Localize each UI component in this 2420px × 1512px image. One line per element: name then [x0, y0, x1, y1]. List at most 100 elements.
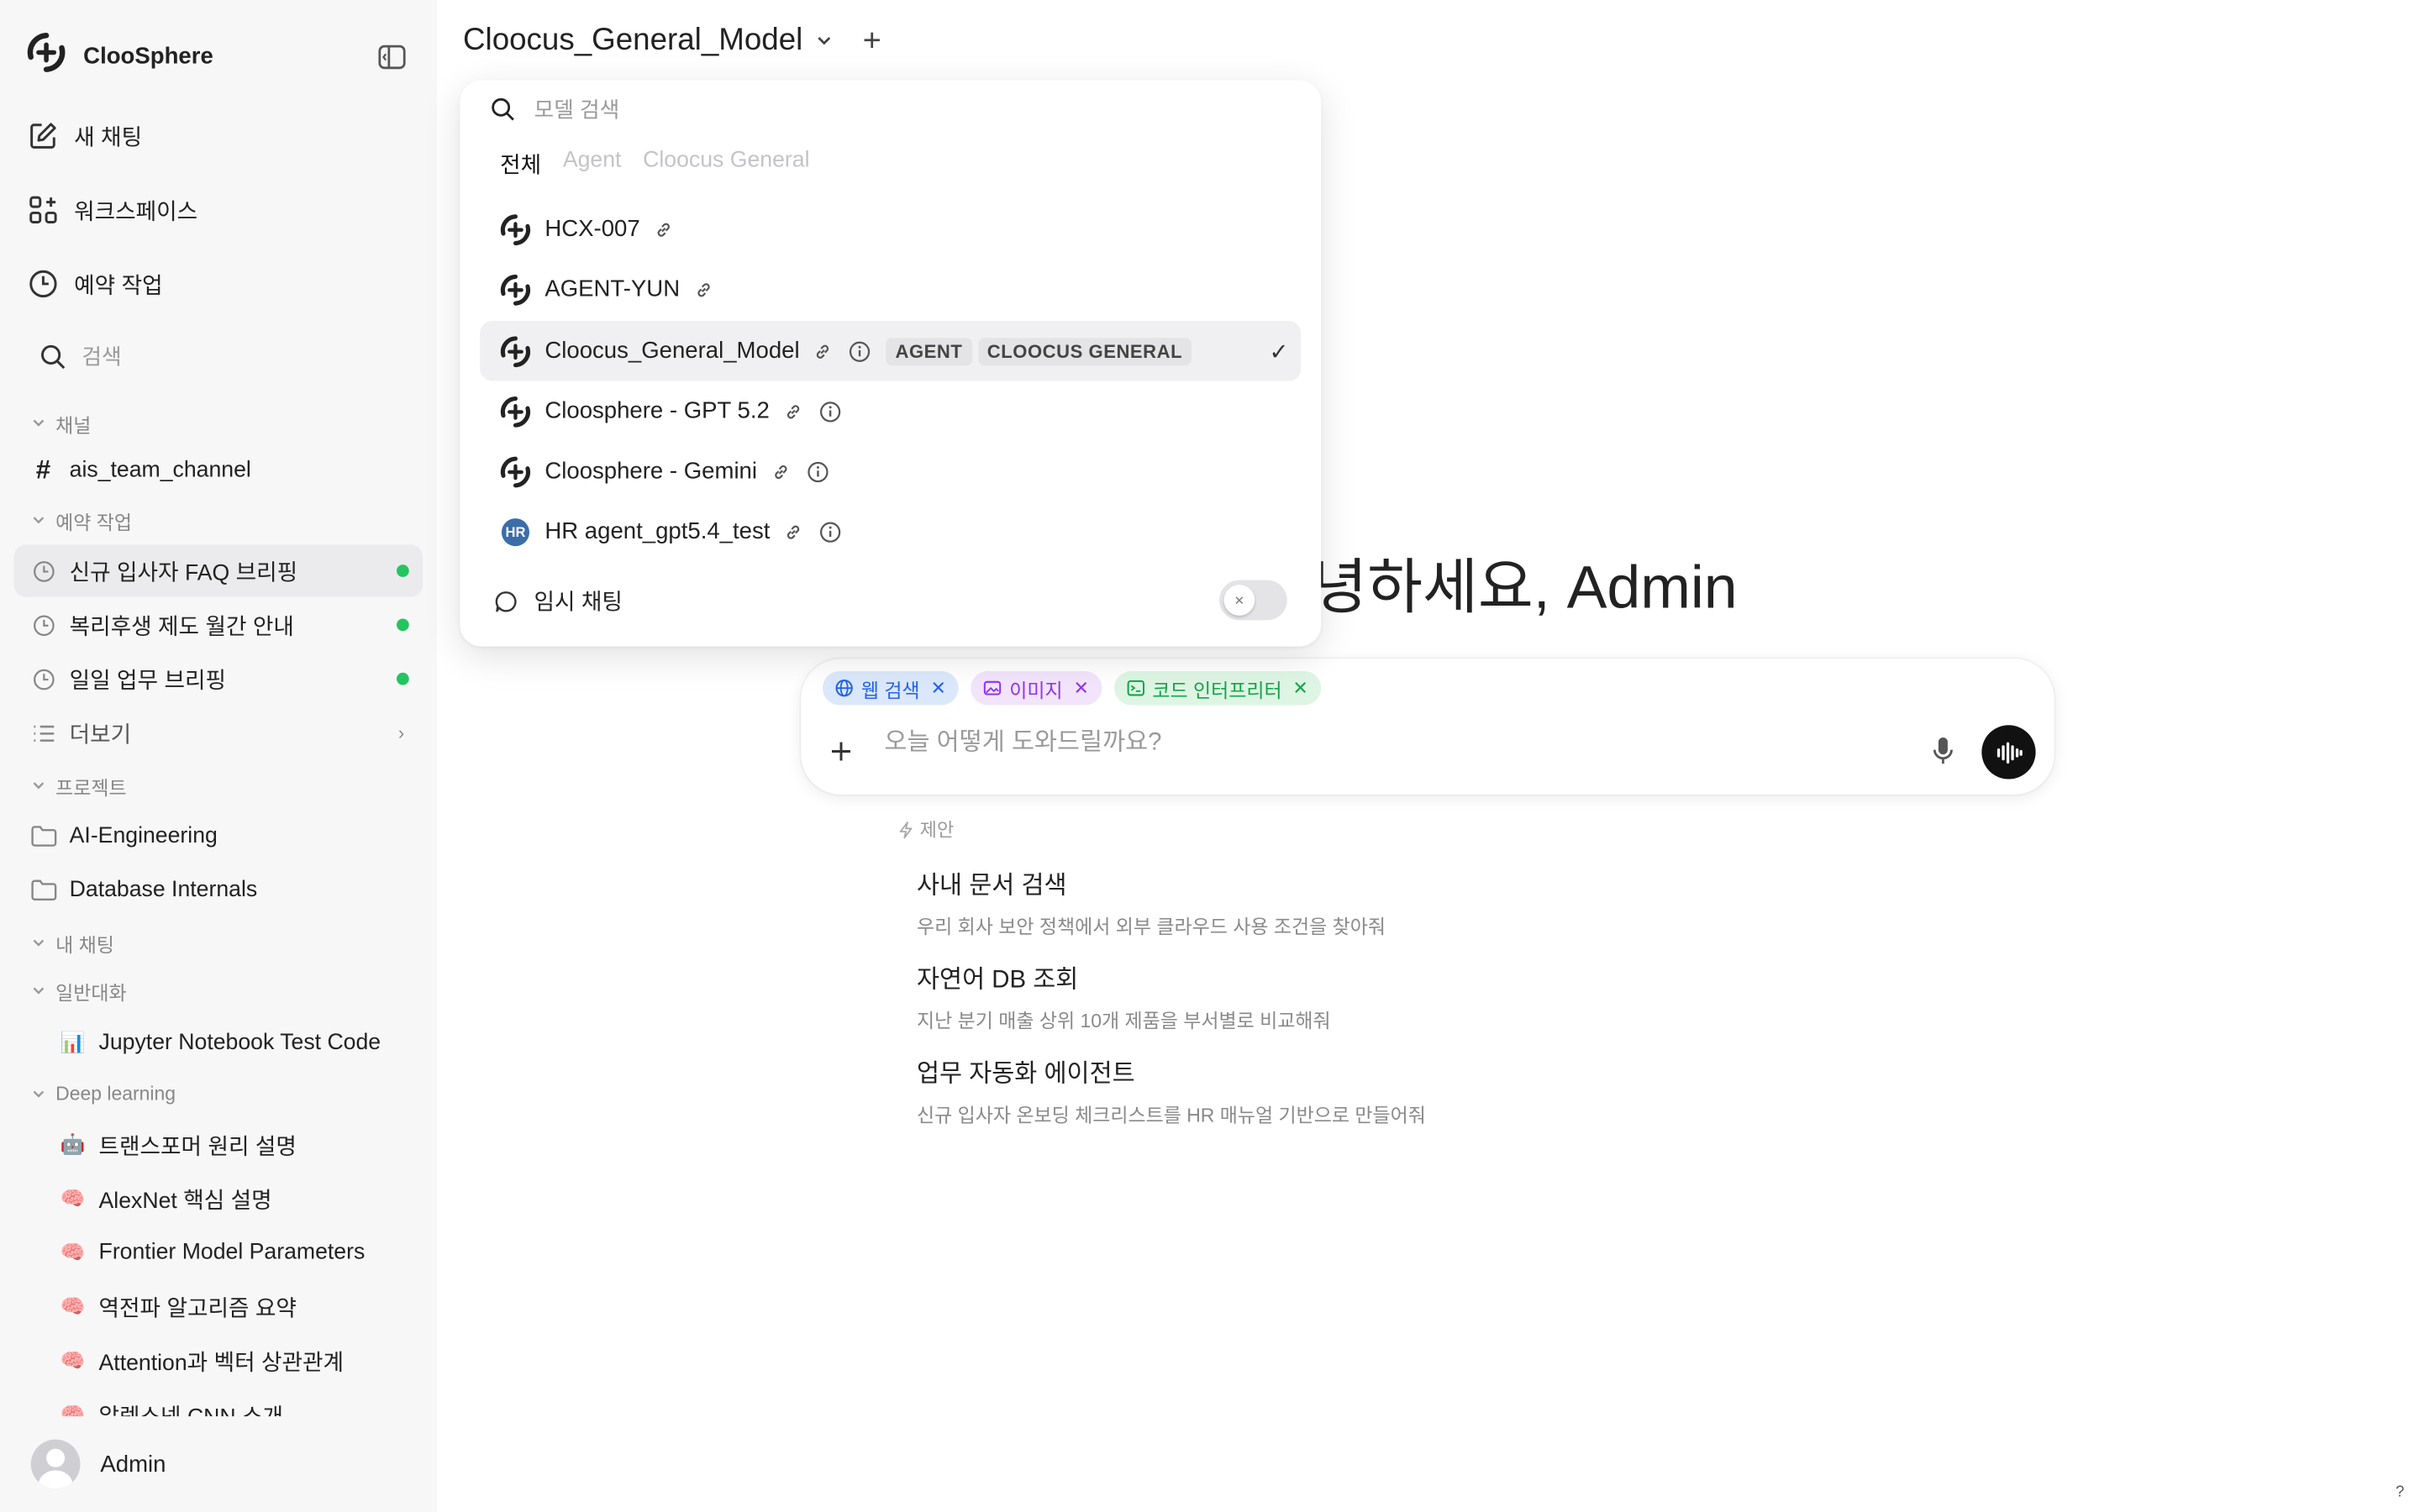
project-item[interactable]: Database Internals: [14, 864, 424, 916]
link-icon[interactable]: [782, 521, 804, 543]
new-chat-button[interactable]: 새 채팅: [28, 114, 142, 157]
chat-input[interactable]: [884, 729, 1903, 758]
web-search-chip-label: 웹 검색: [860, 680, 920, 701]
chat-item[interactable]: 🧠 AlexNet 핵심 설명: [43, 1173, 413, 1225]
info-icon[interactable]: [807, 460, 829, 482]
suggestion-item[interactable]: 자연어 DB 조회 지난 분기 매출 상위 10개 제품을 부서별로 비교해줘: [917, 958, 1331, 1034]
model-option[interactable]: HCX-007: [480, 199, 1301, 260]
new-chat-label: 새 채팅: [74, 125, 143, 151]
greeting: 녕하세요, Admin: [1312, 555, 1738, 622]
scheduled-item[interactable]: 복리후생 제도 월간 안내: [14, 599, 424, 651]
temporary-chat-toggle[interactable]: ✕: [1218, 580, 1287, 621]
hash-icon: #: [35, 454, 51, 485]
tab-cloocus-general[interactable]: Cloocus General: [643, 148, 809, 181]
info-icon[interactable]: [819, 401, 841, 423]
image-chip[interactable]: 이미지 ✕: [971, 670, 1102, 706]
section-deep-learning[interactable]: Deep learning: [31, 1080, 176, 1108]
section-channels[interactable]: 채널: [31, 409, 91, 437]
chat-item[interactable]: 🧠 Attention과 벡터 상관관계: [43, 1335, 413, 1387]
scheduled-item-label: 신규 입사자 FAQ 브리핑: [69, 560, 298, 586]
model-search-input[interactable]: 모델 검색: [491, 94, 619, 125]
code-interpreter-chip[interactable]: 코드 인터프리터 ✕: [1113, 670, 1321, 706]
audio-waveform-icon: [1996, 741, 2022, 764]
web-search-chip[interactable]: 웹 검색 ✕: [822, 670, 959, 706]
terminal-icon: [1126, 680, 1144, 696]
add-model-icon[interactable]: [861, 29, 883, 51]
chat-item[interactable]: 📊 Jupyter Notebook Test Code: [43, 1016, 413, 1068]
scheduled-tasks-button[interactable]: 예약 작업: [28, 262, 163, 305]
user-name: Admin: [100, 1451, 166, 1478]
microphone-icon[interactable]: [1928, 734, 1959, 768]
cloosphere-logo-icon: [498, 454, 532, 488]
list-icon: [29, 719, 57, 747]
scheduled-item-label: 복리후생 제도 월간 안내: [69, 614, 294, 640]
scheduled-item[interactable]: 신규 입사자 FAQ 브리핑: [13, 544, 424, 597]
attach-plus-icon[interactable]: [829, 739, 853, 764]
model-option[interactable]: HR HR agent_gpt5.4_test: [480, 501, 1301, 562]
temporary-chat-row: 임시 채팅: [494, 585, 623, 617]
chevron-down-icon: [33, 987, 45, 995]
chat-emoji-icon: 🧠: [60, 1240, 86, 1264]
close-icon[interactable]: ✕: [1074, 677, 1089, 699]
sidebar-search[interactable]: 검색: [40, 338, 122, 375]
model-option[interactable]: AGENT-YUN: [480, 260, 1301, 320]
folder-icon: [29, 822, 57, 850]
chevron-down-icon: [33, 939, 45, 947]
suggestion-title: 업무 자동화 에이전트: [916, 1061, 1135, 1088]
search-icon: [492, 97, 514, 121]
scheduled-item[interactable]: 일일 업무 브리핑: [14, 653, 424, 705]
avatar: [30, 1439, 81, 1489]
model-name: Cloosphere - Gemini: [544, 458, 758, 485]
chevron-down-icon: [818, 37, 831, 45]
active-status-dot: [397, 672, 409, 685]
tab-agent[interactable]: Agent: [563, 148, 622, 181]
user-menu[interactable]: Admin: [0, 1416, 437, 1512]
scheduled-item-label: 일일 업무 브리핑: [69, 669, 226, 694]
model-option[interactable]: Cloosphere - Gemini: [480, 441, 1301, 501]
link-icon[interactable]: [652, 218, 674, 240]
suggestion-item[interactable]: 사내 문서 검색 우리 회사 보안 정책에서 외부 클라우드 사용 조건을 찾아…: [917, 864, 1386, 940]
brand[interactable]: ClooSphere: [24, 32, 213, 76]
link-icon[interactable]: [770, 460, 792, 482]
chat-item[interactable]: 🧠 Frontier Model Parameters: [43, 1226, 413, 1278]
link-icon[interactable]: [782, 401, 804, 423]
chevron-down-icon: [33, 1090, 45, 1098]
info-icon[interactable]: [819, 521, 841, 543]
section-scheduled[interactable]: 예약 작업: [31, 506, 132, 533]
project-item[interactable]: AI-Engineering: [14, 810, 424, 862]
section-general[interactable]: 일반대화: [31, 977, 127, 1005]
model-dropdown: 모델 검색 전체 Agent Cloocus General HCX-007 A…: [460, 80, 1322, 647]
tab-all[interactable]: 전체: [500, 148, 541, 181]
model-name: HCX-007: [544, 216, 640, 243]
info-icon[interactable]: [849, 340, 871, 362]
chat-label: Jupyter Notebook Test Code: [98, 1030, 381, 1056]
hr-logo-text: HR: [501, 517, 529, 546]
model-name: HR agent_gpt5.4_test: [544, 518, 771, 545]
clooSphere-logo-icon: [24, 30, 67, 81]
link-icon[interactable]: [692, 279, 714, 301]
chat-label: AlexNet 핵심 설명: [98, 1189, 272, 1214]
more-button[interactable]: 더보기 ›: [14, 706, 424, 759]
help-button[interactable]: ?: [2389, 1481, 2411, 1503]
sidebar-toggle-icon[interactable]: [376, 42, 408, 73]
image-chip-label: 이미지: [1009, 680, 1063, 701]
section-my-chats-label: 내 채팅: [55, 934, 114, 956]
workspace-button[interactable]: 워크스페이스: [28, 188, 197, 231]
model-option-selected[interactable]: Cloocus_General_Model AGENT CLOOCUS GENE…: [480, 321, 1302, 381]
channel-item[interactable]: # ais_team_channel: [14, 444, 424, 496]
section-projects[interactable]: 프로젝트: [31, 771, 127, 799]
chat-bubble-icon: [495, 591, 517, 612]
close-icon[interactable]: ✕: [931, 677, 946, 699]
model-selector[interactable]: Cloocus_General_Model: [463, 18, 883, 61]
chat-item[interactable]: 🧠 역전파 알고리즘 요약: [43, 1280, 413, 1332]
clock-icon: [29, 665, 57, 693]
section-my-chats[interactable]: 내 채팅: [31, 929, 114, 957]
link-icon[interactable]: [812, 340, 834, 362]
suggestion-item[interactable]: 업무 자동화 에이전트 신규 입사자 온보딩 체크리스트를 HR 매뉴얼 기반으…: [917, 1053, 1426, 1128]
model-option[interactable]: Cloosphere - GPT 5.2: [480, 381, 1301, 442]
code-interpreter-chip-label: 코드 인터프리터: [1152, 680, 1282, 701]
lightning-icon: [899, 821, 913, 838]
chat-item[interactable]: 🤖 트랜스포머 원리 설명: [43, 1119, 413, 1171]
close-icon[interactable]: ✕: [1292, 677, 1307, 699]
voice-mode-button[interactable]: [1981, 725, 2036, 780]
